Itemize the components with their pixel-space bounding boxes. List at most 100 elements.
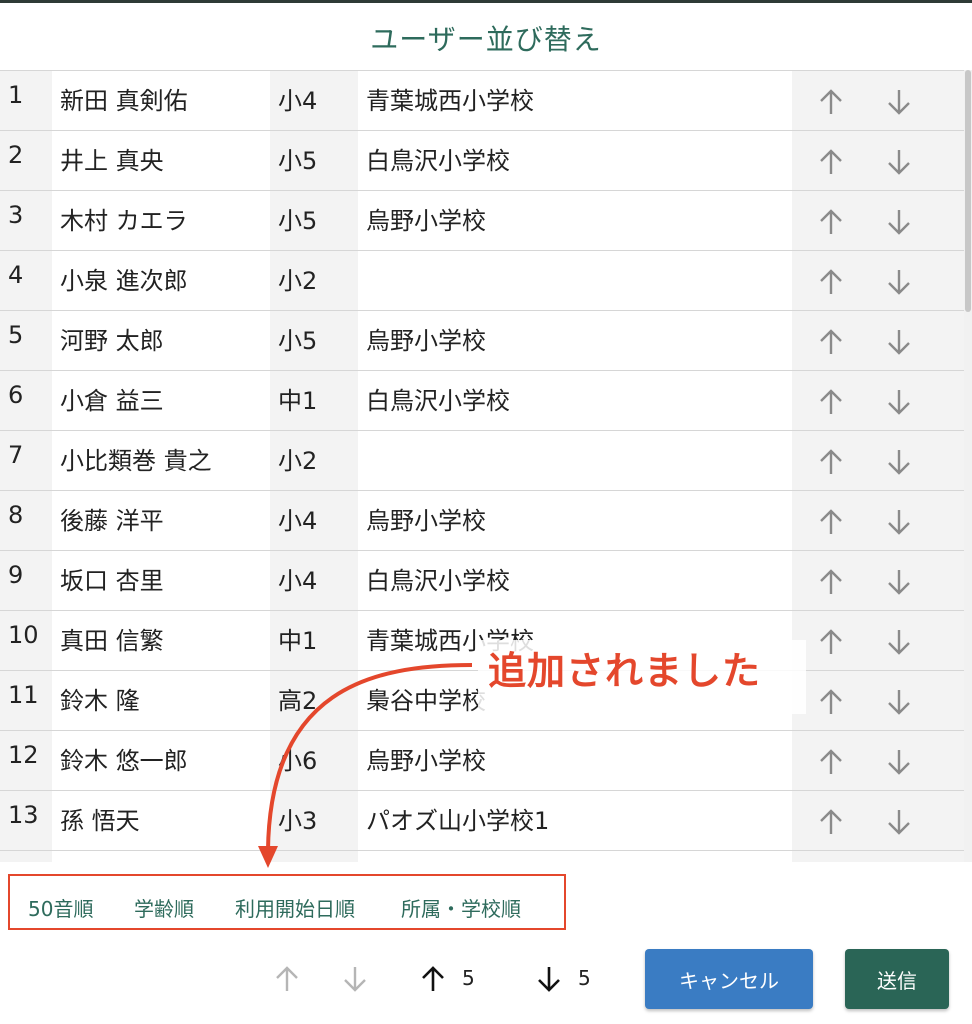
row-move-up-button[interactable] bbox=[814, 145, 848, 179]
user-name: 鈴木 悠一郎 bbox=[52, 731, 270, 790]
row-number: 8 bbox=[0, 491, 52, 550]
arrow-up-icon bbox=[820, 689, 842, 714]
row-move-up-button[interactable] bbox=[814, 505, 848, 539]
row-actions bbox=[792, 131, 964, 190]
dialog-title: ユーザー並び替え bbox=[370, 23, 602, 56]
scrollbar-thumb[interactable] bbox=[965, 70, 971, 312]
arrow-up-icon bbox=[820, 329, 842, 354]
arrow-up-icon bbox=[820, 89, 842, 114]
table-row: 2 井上 真央 小5 白鳥沢小学校 bbox=[0, 131, 964, 191]
row-move-up-button[interactable] bbox=[814, 625, 848, 659]
row-move-up-button[interactable] bbox=[814, 265, 848, 299]
table-scrollbar[interactable] bbox=[964, 70, 972, 862]
row-number: 7 bbox=[0, 431, 52, 490]
row-move-up-button[interactable] bbox=[814, 445, 848, 479]
arrow-down-icon bbox=[538, 967, 560, 992]
row-move-up-button[interactable] bbox=[814, 385, 848, 419]
row-number: 6 bbox=[0, 371, 52, 430]
user-school: 白鳥沢小学校 bbox=[358, 371, 792, 430]
row-number: 4 bbox=[0, 251, 52, 310]
row-move-down-button[interactable] bbox=[882, 505, 916, 539]
window-top-border bbox=[0, 0, 972, 3]
user-grade: 小4 bbox=[270, 551, 358, 610]
arrow-down-icon bbox=[888, 270, 910, 295]
sort-by-school-link[interactable]: 所属・学校順 bbox=[401, 893, 521, 922]
user-school: 青葉城西小学校 bbox=[358, 71, 792, 130]
row-actions bbox=[792, 671, 964, 730]
user-name: 河野 太郎 bbox=[52, 311, 270, 370]
row-actions bbox=[792, 731, 964, 790]
user-grade: 小5 bbox=[270, 131, 358, 190]
row-move-down-button[interactable] bbox=[882, 265, 916, 299]
table-row: 9 坂口 杏里 小4 白鳥沢小学校 bbox=[0, 551, 964, 611]
arrow-down-icon bbox=[888, 90, 910, 115]
user-name: 新田 真剣佑 bbox=[52, 71, 270, 130]
row-actions bbox=[792, 791, 964, 850]
user-grade: 小5 bbox=[270, 191, 358, 250]
user-name: 後藤 洋平 bbox=[52, 491, 270, 550]
row-number: 11 bbox=[0, 671, 52, 730]
row-move-up-button[interactable] bbox=[814, 85, 848, 119]
row-move-down-button[interactable] bbox=[882, 325, 916, 359]
user-name: 小倉 益三 bbox=[52, 371, 270, 430]
row-number: 3 bbox=[0, 191, 52, 250]
row-actions bbox=[792, 251, 964, 310]
row-move-up-button[interactable] bbox=[814, 745, 848, 779]
row-move-down-button[interactable] bbox=[882, 445, 916, 479]
row-number: 2 bbox=[0, 131, 52, 190]
user-name: 鈴木 隆 bbox=[52, 671, 270, 730]
user-school: 白鳥沢小学校 bbox=[358, 131, 792, 190]
row-move-down-button[interactable] bbox=[882, 625, 916, 659]
move-down-button[interactable] bbox=[338, 962, 372, 996]
row-move-down-button[interactable] bbox=[882, 205, 916, 239]
arrow-up-icon bbox=[276, 966, 298, 991]
annotation-arrow-icon bbox=[258, 663, 473, 868]
row-move-down-button[interactable] bbox=[882, 805, 916, 839]
row-move-down-button[interactable] bbox=[882, 685, 916, 719]
user-school: 烏野小学校 bbox=[358, 191, 792, 250]
cancel-button[interactable]: キャンセル bbox=[645, 949, 813, 1009]
arrow-down-icon bbox=[888, 450, 910, 475]
row-actions bbox=[792, 191, 964, 250]
row-number: 10 bbox=[0, 611, 52, 670]
arrow-down-icon bbox=[888, 750, 910, 775]
row-move-down-button[interactable] bbox=[882, 745, 916, 779]
user-name: 坂口 杏里 bbox=[52, 551, 270, 610]
user-school bbox=[358, 251, 792, 310]
move-down-5-button[interactable] bbox=[532, 962, 566, 996]
sort-by-age-link[interactable]: 学齢順 bbox=[134, 893, 194, 922]
arrow-down-icon bbox=[888, 150, 910, 175]
move-up-5-button[interactable] bbox=[416, 962, 450, 996]
row-move-down-button[interactable] bbox=[882, 385, 916, 419]
row-move-down-button[interactable] bbox=[882, 85, 916, 119]
row-move-up-button[interactable] bbox=[814, 565, 848, 599]
arrow-down-icon bbox=[888, 570, 910, 595]
arrow-up-icon bbox=[820, 449, 842, 474]
row-actions bbox=[792, 611, 964, 670]
submit-button[interactable]: 送信 bbox=[845, 949, 949, 1009]
arrow-down-icon bbox=[888, 690, 910, 715]
table-row: 6 小倉 益三 中1 白鳥沢小学校 bbox=[0, 371, 964, 431]
sort-by-start-date-link[interactable]: 利用開始日順 bbox=[235, 893, 355, 922]
move-up-button[interactable] bbox=[270, 962, 304, 996]
row-move-up-button[interactable] bbox=[814, 325, 848, 359]
row-move-down-button[interactable] bbox=[882, 565, 916, 599]
user-name: 孫 悟天 bbox=[52, 791, 270, 850]
row-move-up-button[interactable] bbox=[814, 805, 848, 839]
row-move-up-button[interactable] bbox=[814, 685, 848, 719]
row-number: 12 bbox=[0, 731, 52, 790]
row-move-down-button[interactable] bbox=[882, 145, 916, 179]
user-grade: 小2 bbox=[270, 251, 358, 310]
arrow-down-icon bbox=[888, 330, 910, 355]
user-school: 烏野小学校 bbox=[358, 491, 792, 550]
table-row: 5 河野 太郎 小5 烏野小学校 bbox=[0, 311, 964, 371]
move-up-count: 5 bbox=[462, 966, 475, 990]
table-row: 3 木村 カエラ 小5 烏野小学校 bbox=[0, 191, 964, 251]
table-row: 4 小泉 進次郎 小2 bbox=[0, 251, 964, 311]
row-actions bbox=[792, 551, 964, 610]
row-move-up-button[interactable] bbox=[814, 205, 848, 239]
user-grade: 小5 bbox=[270, 311, 358, 370]
user-name: 小比類巻 貴之 bbox=[52, 431, 270, 490]
row-actions bbox=[792, 851, 964, 862]
sort-by-kana-link[interactable]: 50音順 bbox=[28, 893, 93, 922]
